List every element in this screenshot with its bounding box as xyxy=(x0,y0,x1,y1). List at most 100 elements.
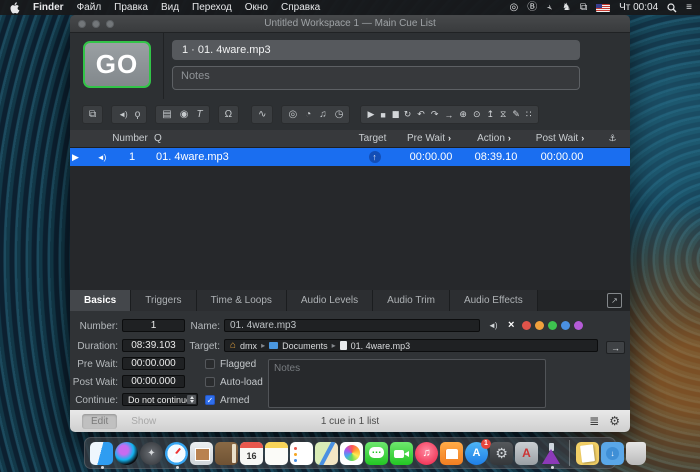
color-green-button[interactable] xyxy=(548,321,557,330)
displays-status-icon[interactable]: ⧉ xyxy=(580,3,587,13)
tab-audio-effects[interactable]: Audio Effects xyxy=(450,290,538,311)
finder-dock-icon[interactable] xyxy=(90,442,113,465)
safari-dock-icon[interactable] xyxy=(165,442,188,465)
siri-dock-icon[interactable] xyxy=(115,442,138,465)
clock-cue-icon[interactable]: ◷ xyxy=(335,109,344,120)
swirl-status-icon[interactable]: ◎ xyxy=(510,3,519,13)
col-post-wait[interactable]: Post Wait› xyxy=(525,133,595,144)
active-app-menu[interactable]: Finder xyxy=(33,2,64,13)
cue-number-cell[interactable]: 1 xyxy=(112,151,152,163)
col-q[interactable]: Q xyxy=(150,133,350,144)
audio-cue-icon[interactable]: ◄) xyxy=(118,110,127,119)
group-cue-button[interactable]: ⧉ xyxy=(82,105,103,124)
tab-basics[interactable]: Basics xyxy=(70,290,131,311)
armed-checkbox[interactable]: ✓ xyxy=(205,395,215,405)
menu-file[interactable]: Файл xyxy=(77,2,102,13)
notification-center-icon[interactable]: ≡ xyxy=(686,3,692,13)
col-action[interactable]: Action› xyxy=(463,133,525,144)
fade-cue-button[interactable]: ∿ xyxy=(251,105,273,124)
minimize-window-button[interactable] xyxy=(92,20,100,28)
video-cue-icon[interactable]: ▤ xyxy=(162,109,171,120)
input-language-flag-icon[interactable] xyxy=(596,4,610,12)
audio-cue-group[interactable]: ◄) ϙ xyxy=(111,105,147,124)
col-pre-wait[interactable]: Pre Wait› xyxy=(395,133,463,144)
cue-notes-field[interactable]: Notes xyxy=(268,359,546,408)
arm-icon[interactable]: ⊙ xyxy=(473,109,481,120)
messages-dock-icon[interactable]: … xyxy=(365,442,388,465)
continue-dropdown[interactable]: Do not continue xyxy=(122,393,198,406)
tab-audio-levels[interactable]: Audio Levels xyxy=(287,290,373,311)
pause-icon[interactable]: ▮▮ xyxy=(392,109,398,120)
cue-lists-icon[interactable]: ≣ xyxy=(589,414,599,428)
col-target[interactable]: Target xyxy=(350,133,395,144)
contacts-dock-icon[interactable] xyxy=(215,442,238,465)
menu-view[interactable]: Вид xyxy=(161,2,179,13)
color-red-button[interactable] xyxy=(522,321,531,330)
retarget-icon[interactable]: ⊕ xyxy=(459,109,467,120)
pre-wait-input[interactable]: 00:00.000 xyxy=(122,357,185,370)
script-icon[interactable]: ∷ xyxy=(526,109,532,120)
bitcoin-status-icon[interactable]: Ⓑ xyxy=(527,3,537,13)
menu-edit[interactable]: Правка xyxy=(114,2,148,13)
popout-inspector-icon[interactable]: ↗ xyxy=(607,293,622,308)
cue-post-wait-cell[interactable]: 00:00.00 xyxy=(527,151,597,163)
menu-go[interactable]: Переход xyxy=(192,2,232,13)
name-input[interactable]: 01. 4ware.mp3 xyxy=(224,319,480,332)
timecode-cue-icon[interactable]: ◔ xyxy=(305,109,311,120)
downloads-folder-dock-icon[interactable] xyxy=(601,442,624,465)
tab-audio-trim[interactable]: Audio Trim xyxy=(373,290,450,311)
stop-icon[interactable]: ■ xyxy=(380,110,385,120)
workspace-notes-field[interactable]: Notes xyxy=(172,66,580,90)
menu-help[interactable]: Справка xyxy=(281,2,320,13)
goto-icon[interactable]: → xyxy=(444,110,453,120)
flagged-checkbox[interactable] xyxy=(205,359,215,369)
post-wait-input[interactable]: 00:00.000 xyxy=(122,375,185,388)
load-icon[interactable]: ↶ xyxy=(417,109,425,120)
apple-menu-icon[interactable] xyxy=(10,2,20,14)
menu-clock[interactable]: Чт 00:04 xyxy=(619,2,658,13)
cue-row-selected[interactable]: ▶ ◄) 1 01. 4ware.mp3 ↑ 00:00.00 08:39.10… xyxy=(70,148,630,166)
cue-pre-wait-cell[interactable]: 00:00.00 xyxy=(397,151,465,163)
maps-dock-icon[interactable] xyxy=(315,442,338,465)
auto-load-checkbox[interactable] xyxy=(205,377,215,387)
mic-cue-icon[interactable]: ϙ xyxy=(135,109,141,120)
color-purple-button[interactable] xyxy=(574,321,583,330)
photos-dock-icon[interactable] xyxy=(340,442,363,465)
qlab-dock-icon[interactable] xyxy=(540,442,563,465)
network-cue-icon[interactable]: ◎ xyxy=(288,109,297,120)
no-color-button[interactable]: × xyxy=(508,319,514,331)
memo-icon[interactable]: ✎ xyxy=(512,109,520,120)
start-icon[interactable]: ▶ xyxy=(367,109,374,120)
reset-icon[interactable]: ↷ xyxy=(431,109,439,120)
notes-dock-icon[interactable] xyxy=(265,442,288,465)
system-preferences-dock-icon[interactable]: ⚙ xyxy=(490,442,513,465)
text-editor-dock-icon[interactable]: A xyxy=(515,442,538,465)
video-cue-group[interactable]: ▤ ◉ T xyxy=(155,105,209,124)
go-button[interactable]: GO xyxy=(83,41,151,88)
documents-stack-dock-icon[interactable] xyxy=(576,442,599,465)
number-input[interactable]: 1 xyxy=(122,319,185,332)
app-store-dock-icon[interactable]: A1 xyxy=(465,442,488,465)
network-cue-group[interactable]: ◎ ◔ ♫ ◷ xyxy=(281,105,350,124)
tab-time-loops[interactable]: Time & Loops xyxy=(197,290,287,311)
col-number[interactable]: Number xyxy=(110,133,150,144)
title-bar[interactable]: Untitled Workspace 1 — Main Cue List xyxy=(70,15,630,33)
color-blue-button[interactable] xyxy=(561,321,570,330)
devamp-icon[interactable]: ↻ xyxy=(404,109,412,120)
midi-file-cue-icon[interactable]: ♫ xyxy=(319,109,327,120)
ibooks-dock-icon[interactable] xyxy=(440,442,463,465)
cue-name-cell[interactable]: 01. 4ware.mp3 xyxy=(152,151,352,163)
tab-triggers[interactable]: Triggers xyxy=(131,290,196,311)
playback-controls-group[interactable]: ▶ ■ ▮▮ ↻ ↶ ↷ → ⊕ ⊙ ↥ ⧖ ✎ ∷ xyxy=(360,105,538,124)
workspace-settings-gear-icon[interactable]: ⚙ xyxy=(609,414,620,428)
target-path-field[interactable]: ⌂ dmx ▸ Documents ▸ 01. 4ware.mp3 xyxy=(224,339,598,352)
itunes-dock-icon[interactable]: ♫ xyxy=(415,442,438,465)
wait-icon[interactable]: ⧖ xyxy=(500,109,506,120)
reminders-dock-icon[interactable] xyxy=(290,442,313,465)
cue-action-cell[interactable]: 08:39.10 xyxy=(465,151,527,163)
light-cue-button[interactable]: Ω xyxy=(218,105,239,124)
close-window-button[interactable] xyxy=(78,20,86,28)
location-status-icon[interactable]: ➢ xyxy=(544,2,556,14)
menu-window[interactable]: Окно xyxy=(245,2,268,13)
col-continue anchor-icon[interactable]: ⚓ xyxy=(595,133,630,144)
